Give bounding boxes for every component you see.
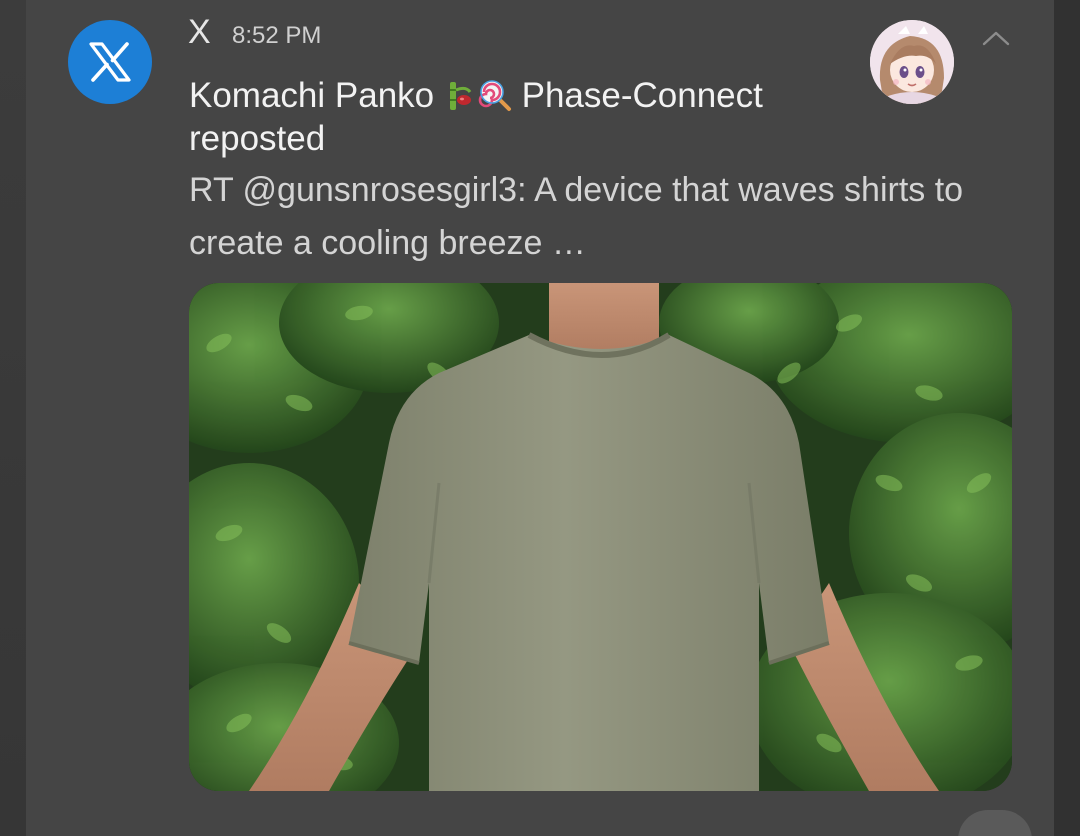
lollipop-emoji-icon (478, 78, 512, 112)
chevron-up-icon[interactable] (978, 24, 1014, 52)
title-name: Komachi Panko (189, 76, 435, 115)
title-group: Phase-Connect (521, 76, 763, 115)
notification-card[interactable]: X 8:52 PM Komachi Panko Phase-Connect re… (26, 0, 1054, 836)
notification-title: Komachi Panko Phase-Connect reposted (189, 74, 869, 160)
notification-body: RT @gunsnrosesgirl3: A device that waves… (189, 171, 964, 262)
background-left-edge (0, 0, 26, 836)
notification-time: 8:52 PM (232, 22, 322, 49)
notification-screen: X 8:52 PM Komachi Panko Phase-Connect re… (0, 0, 1080, 836)
attached-photo[interactable] (189, 283, 1012, 791)
app-name: X (188, 13, 211, 51)
anime-avatar (870, 20, 954, 104)
x-logo-icon (68, 20, 152, 104)
bamboo-emoji-icon (444, 78, 478, 112)
reply-button[interactable] (958, 810, 1032, 836)
title-reposted: reposted (189, 119, 326, 158)
background-right-edge (1054, 0, 1080, 836)
